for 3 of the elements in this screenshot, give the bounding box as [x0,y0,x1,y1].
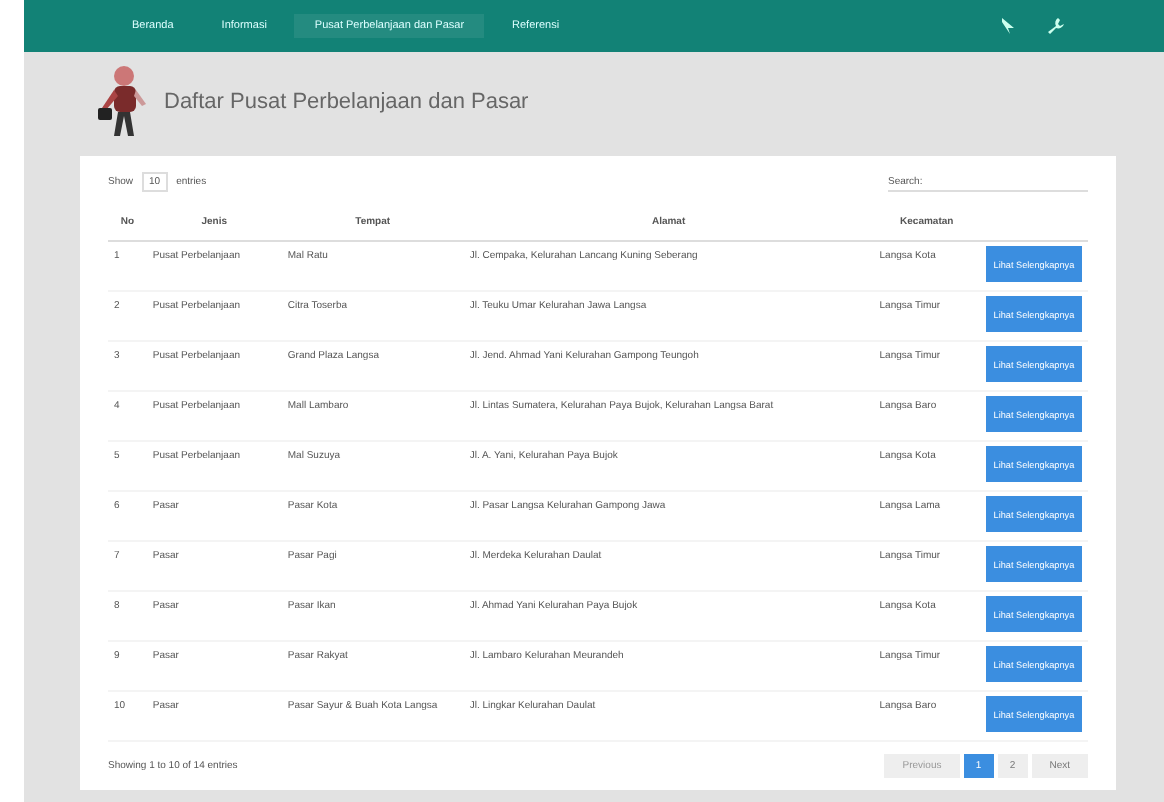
page-title: Daftar Pusat Perbelanjaan dan Pasar [164,90,529,114]
wrench-icon[interactable] [1048,18,1064,34]
pointer-icon[interactable] [1000,18,1016,34]
